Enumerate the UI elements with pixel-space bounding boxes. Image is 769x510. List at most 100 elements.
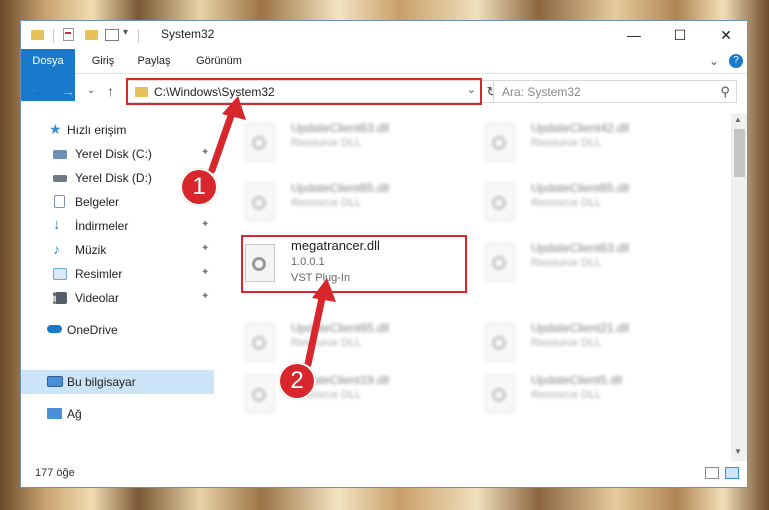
sidebar-item-label: Belgeler — [75, 195, 120, 209]
file-description: Resource DLL — [531, 257, 602, 269]
tab-gorunum[interactable]: Görünüm — [189, 49, 249, 73]
download-icon: ↓ — [53, 216, 61, 233]
minimize-button[interactable]: — — [611, 21, 657, 49]
forward-arrow-icon[interactable]: → — [61, 83, 75, 99]
file-name: UpdateClient65.dll — [531, 181, 630, 195]
computer-icon — [47, 376, 63, 387]
separator — [138, 29, 139, 43]
scroll-down-arrow-icon[interactable]: ▼ — [734, 447, 742, 456]
sidebar-item-label: İndirmeler — [75, 219, 129, 233]
pin-icon[interactable]: ✦ — [201, 291, 209, 302]
sidebar-item-label: Hızlı erişim — [67, 123, 127, 137]
recent-locations-chevron-icon[interactable]: ⌄ — [87, 85, 95, 96]
dll-file-icon — [245, 183, 275, 221]
sidebar-item-label: Videolar — [75, 291, 119, 305]
sidebar-item-muzik[interactable]: ♪ Müzik ✦ — [21, 239, 214, 261]
file-description: Resource DLL — [531, 197, 602, 209]
vertical-scrollbar[interactable]: ▲ ▼ — [731, 113, 747, 461]
step-marker-1: 1 — [180, 168, 218, 206]
scroll-up-arrow-icon[interactable]: ▲ — [734, 115, 742, 124]
dll-file-icon — [245, 323, 275, 361]
ribbon-tabs: Dosya Giriş Paylaş Görünüm ⌄ ? — [21, 49, 747, 101]
address-highlight-box — [126, 78, 482, 105]
details-view-icon[interactable] — [705, 467, 719, 479]
navigation-bar: ← → ⌄ ↑ C:\Windows\System32 ⌄ ↻ Ara: Sys… — [21, 74, 747, 110]
folder-icon — [31, 30, 44, 40]
cloud-icon — [47, 325, 62, 333]
network-icon — [47, 408, 62, 419]
file-item[interactable]: UpdateClient65.dll Resource DLL — [239, 319, 459, 371]
maximize-button[interactable]: ☐ — [657, 21, 703, 49]
sidebar-item-videolar[interactable]: Videolar ✦ — [21, 287, 214, 309]
dll-file-icon — [485, 123, 515, 161]
file-item[interactable]: UpdateClient65.dll Resource DLL — [479, 179, 699, 231]
sidebar-item-label: OneDrive — [67, 323, 118, 337]
status-bar: 177 öğe — [21, 461, 747, 487]
file-description: Resource DLL — [531, 337, 602, 349]
file-item[interactable]: UpdateClient63.dll Resource DLL — [479, 239, 699, 291]
back-arrow-icon[interactable]: ← — [33, 83, 47, 99]
sidebar-item-yerel-disk-c[interactable]: Yerel Disk (C:) ✦ — [21, 143, 214, 165]
navigation-pane: ★ Hızlı erişim Yerel Disk (C:) ✦ Yerel D… — [21, 113, 214, 453]
file-name: UpdateClient65.dll — [291, 181, 390, 195]
up-arrow-icon[interactable]: ↑ — [107, 83, 114, 99]
file-name: UpdateClient21.dll — [531, 321, 630, 335]
explorer-window: ▾ System32 — ☐ ✕ Dosya Giriş Paylaş Görü… — [20, 20, 748, 488]
view-icon[interactable] — [105, 29, 119, 41]
close-button[interactable]: ✕ — [703, 21, 747, 49]
help-icon[interactable]: ? — [729, 54, 743, 68]
file-highlight-box — [241, 235, 467, 293]
dll-file-icon — [245, 375, 275, 413]
drive-icon — [53, 150, 67, 159]
sidebar-item-onedrive[interactable]: OneDrive — [21, 319, 214, 341]
pin-icon[interactable]: ✦ — [201, 243, 209, 254]
file-item[interactable]: UpdateClient63.dll Resource DLL — [239, 119, 459, 171]
tab-paylas[interactable]: Paylaş — [129, 49, 179, 73]
file-description: Resource DLL — [531, 137, 602, 149]
window-title: System32 — [161, 27, 215, 41]
customize-toolbar-chevron-icon[interactable]: ▾ — [123, 27, 128, 43]
file-item[interactable]: UpdateClient19.dll Resource DLL — [239, 371, 459, 423]
file-name: UpdateClient65.dll — [291, 321, 390, 335]
properties-icon[interactable] — [63, 28, 74, 41]
music-icon: ♪ — [53, 241, 60, 257]
tiles-view-icon[interactable] — [725, 467, 739, 479]
pin-icon[interactable]: ✦ — [201, 147, 209, 158]
step-marker-2: 2 — [278, 362, 316, 400]
pin-icon[interactable]: ✦ — [201, 219, 209, 230]
dll-file-icon — [485, 183, 515, 221]
pictures-icon — [53, 268, 67, 280]
videos-icon — [53, 292, 67, 304]
star-icon: ★ — [49, 121, 62, 137]
dll-file-icon — [485, 243, 515, 281]
file-description: Resource DLL — [291, 197, 362, 209]
sidebar-item-resimler[interactable]: Resimler ✦ — [21, 263, 214, 285]
sidebar-item-bu-bilgisayar[interactable]: Bu bilgisayar — [21, 370, 214, 394]
file-item[interactable]: UpdateClient5.dll Resource DLL — [479, 371, 699, 423]
file-item[interactable]: UpdateClient21.dll Resource DLL — [479, 319, 699, 371]
sidebar-item-hizli-erisim[interactable]: ★ Hızlı erişim — [21, 119, 214, 141]
file-name: UpdateClient5.dll — [531, 373, 623, 387]
ribbon-collapse-chevron-icon[interactable]: ⌄ — [709, 49, 719, 73]
documents-icon — [54, 195, 65, 208]
file-description: Resource DLL — [531, 389, 602, 401]
sidebar-item-indirmeler[interactable]: ↓ İndirmeler ✦ — [21, 215, 214, 237]
search-icon[interactable]: ⚲ — [720, 84, 730, 100]
dll-file-icon — [245, 123, 275, 161]
file-description: Resource DLL — [291, 137, 362, 149]
sidebar-item-label: Bu bilgisayar — [67, 375, 136, 389]
file-item[interactable]: UpdateClient42.dll Resource DLL — [479, 119, 699, 171]
file-item[interactable]: UpdateClient65.dll Resource DLL — [239, 179, 459, 231]
file-name: UpdateClient63.dll — [291, 121, 390, 135]
file-name: UpdateClient42.dll — [531, 121, 630, 135]
separator — [53, 29, 54, 43]
search-input[interactable]: Ara: System32 ⚲ — [493, 80, 737, 103]
file-list: UpdateClient63.dll Resource DLL UpdateCl… — [235, 113, 731, 453]
drive-icon — [53, 175, 67, 182]
tab-giris[interactable]: Giriş — [83, 49, 123, 73]
pin-icon[interactable]: ✦ — [201, 267, 209, 278]
scrollbar-thumb[interactable] — [734, 129, 745, 177]
file-name: UpdateClient63.dll — [531, 241, 630, 255]
new-folder-icon[interactable] — [85, 30, 98, 40]
sidebar-item-ag[interactable]: Ağ — [21, 403, 214, 425]
